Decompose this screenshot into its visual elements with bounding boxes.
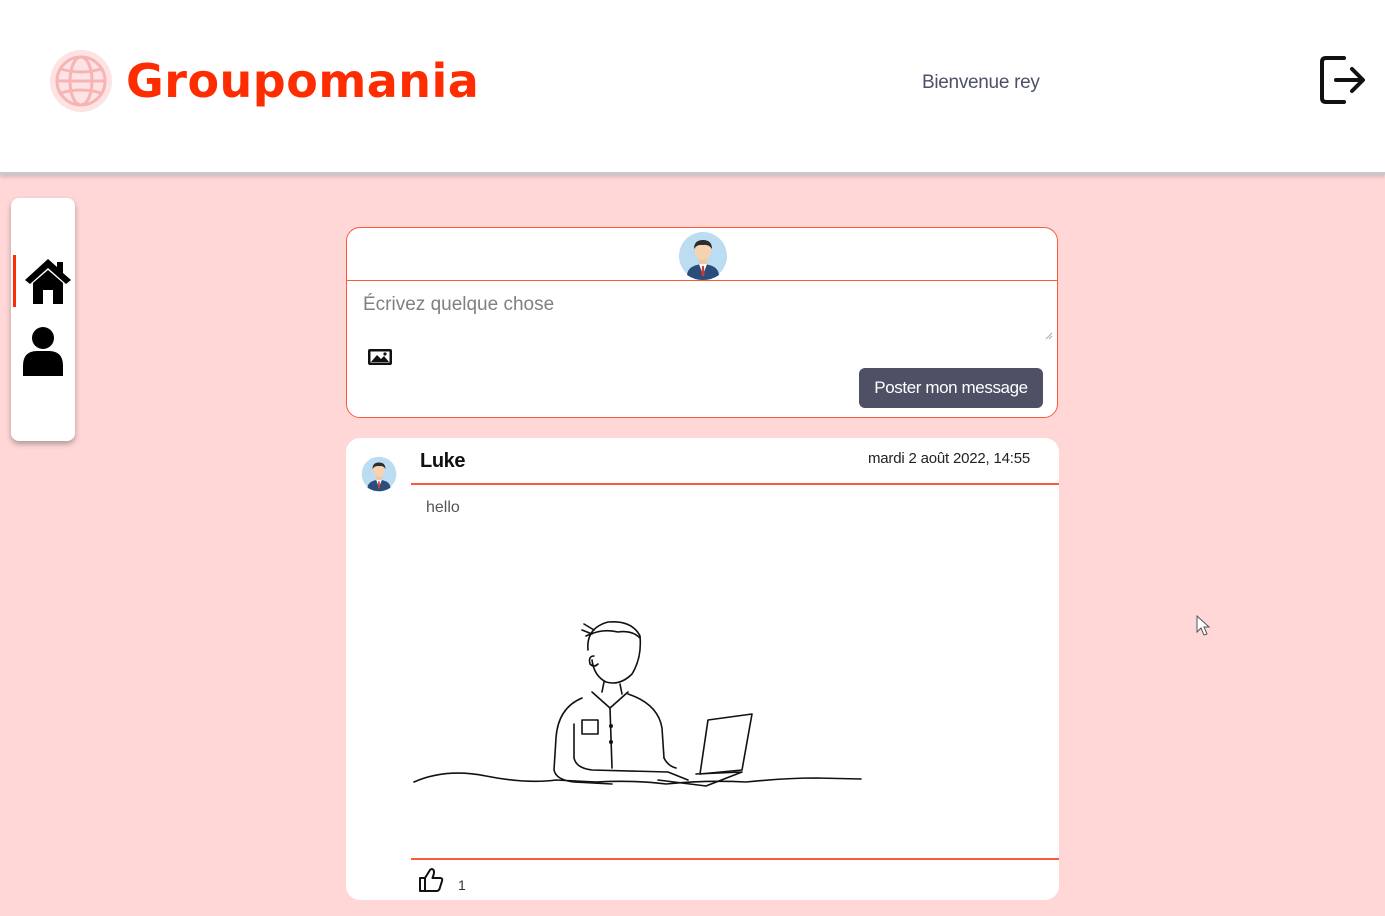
logo[interactable]: Groupomania [48, 48, 479, 114]
post-text: hello [426, 499, 460, 516]
welcome-text: Bienvenue rey [922, 72, 1040, 93]
home-icon[interactable] [23, 256, 73, 306]
sidebar-nav [11, 198, 75, 441]
avatar [679, 232, 727, 280]
active-indicator [13, 255, 16, 307]
post-composer: Poster mon message [346, 227, 1058, 418]
post-message-button[interactable]: Poster mon message [859, 368, 1043, 408]
cursor-icon [1196, 615, 1211, 636]
top-header: Groupomania Bienvenue rey [0, 0, 1385, 175]
post-author[interactable]: Luke [420, 450, 465, 473]
user-icon[interactable] [23, 326, 63, 378]
post-image [413, 620, 862, 787]
author-avatar [361, 456, 397, 492]
globe-icon [50, 50, 112, 112]
composer-header [347, 228, 1057, 281]
logout-icon[interactable] [1318, 52, 1368, 108]
resize-grip-icon[interactable] [1045, 328, 1053, 340]
like-count: 1 [458, 877, 466, 893]
post-card: Luke mardi 2 août 2022, 14:55 hello 1 [346, 438, 1059, 900]
post-date: mardi 2 août 2022, 14:55 [868, 450, 1030, 467]
thumbs-up-icon[interactable] [418, 867, 444, 893]
brand-name: Groupomania [126, 54, 480, 108]
message-input[interactable] [355, 286, 1053, 342]
divider [411, 483, 1059, 485]
divider [411, 858, 1059, 860]
image-icon[interactable] [367, 346, 393, 368]
